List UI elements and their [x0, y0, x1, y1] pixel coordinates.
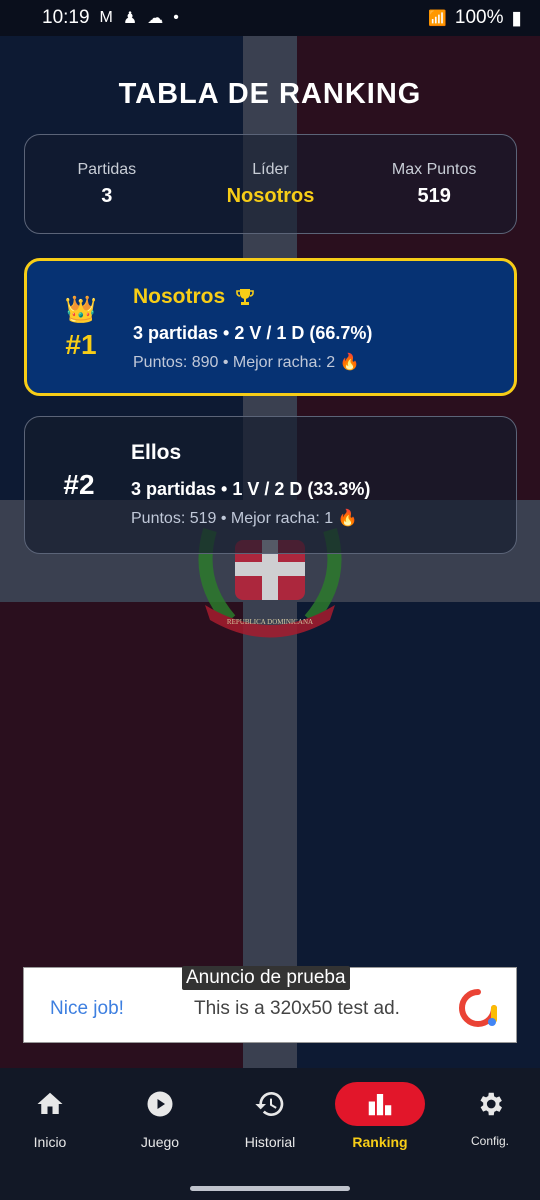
chess-pawn-icon: ♟ [122, 10, 138, 27]
team-points: Puntos: 519 • Mejor racha: 1 🔥 [131, 510, 358, 527]
team-stats: 3 partidas • 2 V / 1 D (66.7%) [133, 323, 373, 343]
trophy-icon [236, 289, 254, 305]
ranking-card-second[interactable]: #2 Ellos 3 partidas • 1 V / 2 D (33.3%) … [24, 416, 517, 554]
mail-icon: M [99, 9, 113, 26]
summary-leader: Líder Nosotros [226, 160, 315, 207]
team-points: Puntos: 890 • Mejor racha: 2 🔥 [133, 354, 360, 371]
nav-config[interactable]: Config. [440, 1082, 540, 1148]
nav-historial[interactable]: Historial [220, 1082, 320, 1150]
rank-number: #2 [63, 469, 95, 500]
ranking-card-first[interactable]: 👑 #1 Nosotros 3 partidas • 2 V / 1 D (66… [24, 258, 517, 396]
status-time: 10:19 [42, 7, 90, 28]
crown-icon: 👑 [64, 293, 98, 324]
rank-number: #1 [65, 328, 97, 360]
summary-max-points: Max Puntos 519 [391, 160, 477, 207]
test-ad-banner[interactable]: Anuncio de prueba Nice job! This is a 32… [23, 966, 517, 1043]
ad-text: This is a 320x50 test ad. [194, 998, 400, 1019]
summary-games: Partidas 3 [77, 160, 137, 207]
svg-text:REPUBLICA DOMINICANA: REPUBLICA DOMINICANA [227, 618, 313, 626]
status-bar: 10:19 M ♟ ☁ • 📶 100% ▮ [0, 0, 540, 36]
nav-juego[interactable]: Juego [110, 1082, 210, 1150]
battery-percent: 100% [454, 7, 504, 28]
team-name: Ellos [131, 441, 182, 464]
ad-headline[interactable]: Nice job! [50, 998, 124, 1020]
bar-chart-icon [335, 1082, 425, 1126]
bottom-navigation: Inicio Juego Historial Ranking Config. [0, 1068, 540, 1200]
nav-inicio[interactable]: Inicio [0, 1082, 100, 1150]
home-icon [0, 1082, 100, 1126]
ad-label: Anuncio de prueba [182, 966, 350, 990]
team-name: Nosotros [133, 285, 226, 308]
wifi-icon: 📶 [428, 10, 447, 27]
team-stats: 3 partidas • 1 V / 2 D (33.3%) [131, 479, 371, 499]
gear-icon [440, 1082, 540, 1126]
cloud-icon: ☁ [147, 10, 164, 27]
gesture-home-bar[interactable] [190, 1186, 350, 1191]
play-icon [110, 1082, 210, 1126]
nav-ranking[interactable]: Ranking [330, 1082, 430, 1150]
ad-logo-icon [459, 989, 497, 1027]
battery-icon: ▮ [511, 7, 522, 29]
page-title: TABLA DE RANKING [118, 78, 422, 110]
summary-card: Partidas 3 Líder Nosotros Max Puntos 519 [24, 134, 517, 234]
dot-icon: • [173, 9, 179, 26]
history-icon [220, 1082, 320, 1126]
